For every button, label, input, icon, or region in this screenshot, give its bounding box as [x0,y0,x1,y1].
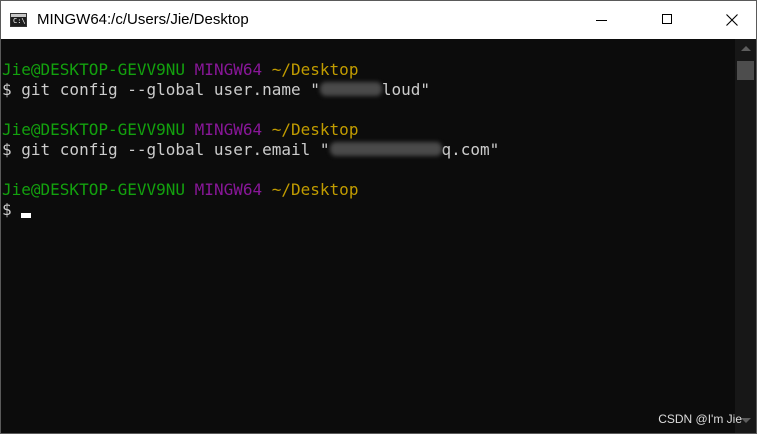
command-text: $ git config --global user.name " [2,80,320,99]
console-icon[interactable]: C:\ [10,13,27,27]
console-icon-label: C:\ [13,17,26,25]
vertical-scrollbar[interactable] [735,39,756,433]
scroll-down-arrow-icon[interactable] [741,418,751,423]
terminal-output[interactable]: Jie@DESKTOP-GEVV9NU MINGW64 ~/Desktop $ … [1,39,735,433]
command-line: $ git config --global user.name " loud" [2,80,430,100]
prompt-system: MINGW64 [194,180,263,199]
command-tail: q.com" [441,140,500,159]
minimize-icon [596,20,607,21]
prompt-line: Jie@DESKTOP-GEVV9NU MINGW64 ~/Desktop [2,120,358,140]
redacted-text [319,82,382,96]
prompt-symbol: $ [2,200,12,219]
close-icon [726,14,738,26]
command-tail: loud" [381,80,431,99]
scroll-thumb[interactable] [737,61,754,80]
command-line: $ git config --global user.email " q.com" [2,140,499,160]
close-button[interactable] [709,1,755,39]
prompt-line: Jie@DESKTOP-GEVV9NU MINGW64 ~/Desktop [2,180,358,200]
scroll-up-arrow-icon[interactable] [741,46,751,51]
maximize-icon [662,14,672,24]
current-input-line[interactable]: $ [2,200,12,220]
title-bar[interactable]: C:\ MINGW64:/c/Users/Jie/Desktop [1,1,756,39]
command-text: $ git config --global user.email " [2,140,330,159]
prompt-path: ~/Desktop [271,120,359,139]
prompt-user-host: Jie@DESKTOP-GEVV9NU [2,120,186,139]
maximize-button[interactable] [645,1,691,39]
prompt-system: MINGW64 [194,60,263,79]
prompt-line: Jie@DESKTOP-GEVV9NU MINGW64 ~/Desktop [2,60,358,80]
terminal-window: C:\ MINGW64:/c/Users/Jie/Desktop Jie@DES… [0,0,757,434]
redacted-text [329,142,442,156]
window-title: MINGW64:/c/Users/Jie/Desktop [37,11,249,28]
text-cursor [21,213,31,218]
watermark: CSDN @I'm Jie [658,412,742,426]
prompt-system: MINGW64 [194,120,263,139]
prompt-user-host: Jie@DESKTOP-GEVV9NU [2,180,186,199]
prompt-path: ~/Desktop [271,180,359,199]
prompt-path: ~/Desktop [271,60,359,79]
prompt-user-host: Jie@DESKTOP-GEVV9NU [2,60,186,79]
minimize-button[interactable] [578,1,624,39]
